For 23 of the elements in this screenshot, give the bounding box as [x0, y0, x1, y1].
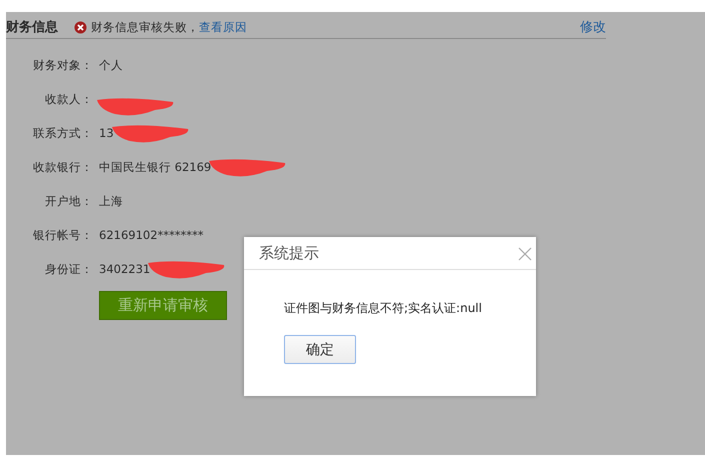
- error-icon: [74, 20, 87, 34]
- dialog-message: 证件图与财务信息不符;实名认证:null: [283, 300, 483, 317]
- field-label: 联系方式：: [32, 126, 93, 140]
- field-label: 财务对象：: [32, 58, 93, 72]
- field-value: 13: [99, 126, 114, 140]
- field-value: 3402231: [99, 262, 150, 276]
- close-icon[interactable]: [518, 247, 532, 261]
- status-text: 财务信息审核失败，: [91, 20, 199, 34]
- field-label: 身份证：: [44, 262, 93, 276]
- field-label: 开户地：: [44, 194, 93, 208]
- field-value: 62169102********: [99, 228, 204, 242]
- field-label: 收款银行：: [32, 160, 93, 174]
- field-label: 银行帐号：: [32, 228, 93, 242]
- field-value: 中国民生银行 62169: [99, 160, 212, 174]
- field-value: 个人: [99, 58, 123, 72]
- dialog-title: 系统提示: [259, 244, 319, 262]
- view-reason-link[interactable]: 查看原因: [199, 20, 247, 34]
- ok-button[interactable]: 确定: [284, 335, 356, 364]
- section-title: 财务信息: [6, 19, 58, 36]
- edit-link[interactable]: 修改: [580, 18, 606, 36]
- field-value: 上海: [99, 194, 123, 208]
- resubmit-button[interactable]: 重新申请审核: [99, 291, 227, 320]
- field-label: 收款人：: [44, 92, 93, 106]
